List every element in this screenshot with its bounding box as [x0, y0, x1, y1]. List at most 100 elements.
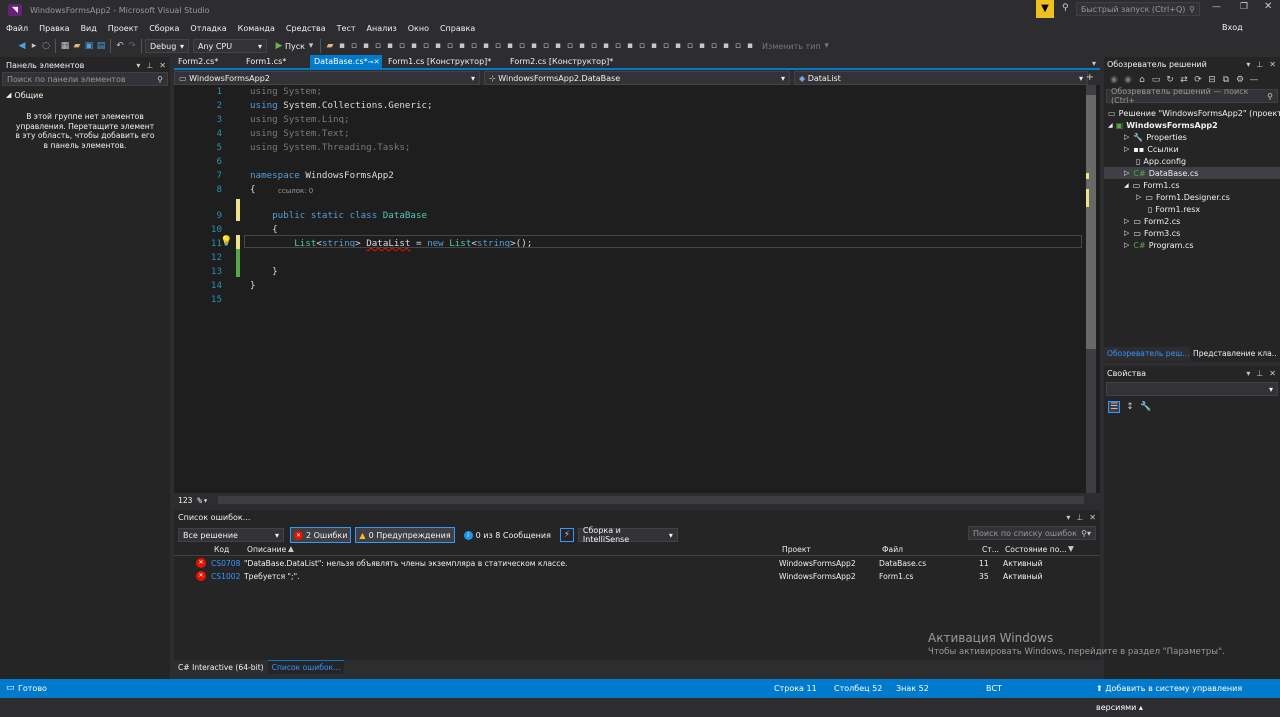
code-line[interactable]: } [250, 280, 256, 291]
close-icon[interactable]: ✕ [1269, 60, 1276, 69]
menu-view[interactable]: Вид [81, 24, 97, 33]
toolbar-icon[interactable]: ▪ [528, 40, 540, 52]
properties-object-select[interactable]: ▾ [1106, 382, 1278, 396]
vertical-scrollbar[interactable] [1086, 85, 1096, 493]
toolbar-icon[interactable]: ▫ [732, 40, 744, 52]
change-type-button[interactable]: Изменить тип [762, 42, 821, 51]
platform-select[interactable]: Any CPU ▾ [193, 39, 267, 53]
error-search-input[interactable]: Поиск по списку ошибок ⚲▾ [968, 526, 1096, 540]
pin-icon[interactable]: ⊥ [1256, 60, 1263, 69]
toolbar-icon[interactable]: ▪ [504, 40, 516, 52]
code-line[interactable]: { [250, 224, 278, 235]
quick-launch-input[interactable]: Быстрый запуск (Ctrl+Q) ⚲ [1076, 2, 1200, 16]
show-all-files-icon[interactable]: ⧉ [1220, 74, 1232, 86]
pin-icon[interactable]: ⊥ [146, 61, 153, 70]
close-icon[interactable]: ✕ [159, 61, 166, 70]
config-select[interactable]: Debug ▾ [145, 39, 189, 53]
toolbar-icon[interactable]: ▪ [336, 40, 348, 52]
tree-item-form3-cs[interactable]: ▷ ▭ Form3.cs [1124, 227, 1180, 239]
toolbar-icon[interactable]: ▪ [408, 40, 420, 52]
properties-icon[interactable]: ⚙ [1234, 74, 1246, 86]
column-suppression-state[interactable]: Состояние по... [1005, 545, 1067, 554]
tree-item-form2-cs[interactable]: ▷ ▭ Form2.cs [1124, 215, 1180, 227]
codelens-label[interactable]: ссылок: 0 [278, 187, 313, 195]
scope-select[interactable]: Все решение ▾ [178, 528, 284, 542]
toolbox-group-general[interactable]: ◢ Общие [0, 88, 170, 102]
toolbox-search-input[interactable]: Поиск по панели элементов ⚲ [2, 72, 168, 86]
column-description[interactable]: Описание [247, 545, 286, 554]
tab-class-view[interactable]: Представление кла... [1190, 347, 1276, 361]
toolbar-icon[interactable]: ▫ [564, 40, 576, 52]
menu-file[interactable]: Файл [6, 24, 28, 33]
tab-form1-cs[interactable]: Form1.cs* [242, 55, 308, 68]
code-line[interactable]: namespace WindowsFormsApp2 [250, 170, 394, 181]
pin-icon[interactable]: ⊥ [1256, 369, 1263, 378]
lightbulb-icon[interactable]: 💡 [220, 236, 232, 247]
pin-icon[interactable]: ⊸✕ [368, 58, 380, 66]
column-file[interactable]: Файл [882, 545, 903, 554]
toolbar-icon[interactable]: ▫ [420, 40, 432, 52]
alphabetical-icon[interactable]: ↕ [1124, 401, 1136, 413]
code-line[interactable]: using System; [250, 86, 322, 97]
code-editor[interactable]: 1 using System; 2 using System.Collections.… [174, 85, 1100, 507]
error-row[interactable]: ✕ CS1002 Требуется ";". WindowsFormsApp2… [174, 571, 1100, 584]
column-code[interactable]: Код [214, 545, 229, 554]
messages-filter-button[interactable]: i 0 из 8 Сообщения [461, 527, 554, 543]
toolbar-icon[interactable]: ▪ [624, 40, 636, 52]
error-row[interactable]: ✕ CS0708 "DataBase.DataList": нельзя объ… [174, 558, 1100, 571]
menu-edit[interactable]: Правка [39, 24, 69, 33]
menu-analyze[interactable]: Анализ [367, 24, 397, 33]
toolbar-icon[interactable]: ▪ [600, 40, 612, 52]
menu-project[interactable]: Проект [108, 24, 138, 33]
close-icon[interactable]: ✕ [1269, 369, 1276, 378]
tree-item-form1-designer[interactable]: ▷ ▭ Form1.Designer.cs [1136, 191, 1230, 203]
code-line[interactable]: using System.Text; [250, 128, 350, 139]
close-icon[interactable]: ✕ [1089, 513, 1096, 522]
save-all-icon[interactable]: ▤ [95, 40, 107, 52]
close-icon[interactable]: ✕ [1264, 1, 1272, 12]
tree-item-database-cs[interactable]: ▷ C# DataBase.cs [1104, 167, 1280, 179]
code-line[interactable]: } [250, 266, 278, 277]
tab-form2-designer[interactable]: Form2.cs [Конструктор]* [506, 55, 626, 68]
filter-icon[interactable]: ▼ [1068, 544, 1074, 553]
new-project-icon[interactable]: ▦ [59, 40, 71, 52]
toolbar-icon[interactable]: ▫ [348, 40, 360, 52]
menu-build[interactable]: Сборка [149, 24, 179, 33]
toolbar-icon[interactable]: ▪ [384, 40, 396, 52]
source-control-button[interactable]: ⬆ Добавить в систему управления версиями… [1096, 679, 1280, 717]
member-dropdown[interactable]: ◆ DataList ▾ [794, 71, 1088, 85]
tree-item-program-cs[interactable]: ▷ C# Program.cs [1124, 239, 1194, 251]
toolbar-icon[interactable]: ▫ [636, 40, 648, 52]
menu-test[interactable]: Тест [337, 24, 356, 33]
signin-link[interactable]: Вход [1222, 23, 1243, 32]
errors-filter-button[interactable]: ✕ 2 Ошибки [290, 527, 352, 543]
class-dropdown[interactable]: ⊹ WindowsFormsApp2.DataBase ▾ [484, 71, 790, 85]
maximize-icon[interactable]: ❐ [1240, 2, 1248, 12]
home-icon[interactable]: ⌂ [1136, 74, 1148, 86]
toolbar-icon[interactable]: ▫ [372, 40, 384, 52]
switch-views-icon[interactable]: ▭ [1150, 74, 1162, 86]
menu-team[interactable]: Команда [238, 24, 275, 33]
solution-search-input[interactable]: Обозреватель решений — поиск (Ctrl+ ⚲ [1106, 87, 1278, 105]
code-line[interactable]: public static class DataBase [250, 210, 427, 221]
tab-database-cs[interactable]: DataBase.cs* ⊸✕ [310, 55, 382, 68]
menu-help[interactable]: Справка [440, 24, 475, 33]
scrollbar-thumb[interactable] [1086, 95, 1096, 349]
tree-item-form1-cs[interactable]: ◢ ▭ Form1.cs [1124, 179, 1180, 191]
code-line[interactable]: using System.Collections.Generic; [250, 100, 433, 111]
code-line[interactable]: using System.Linq; [250, 114, 350, 125]
property-pages-icon[interactable]: 🔧 [1140, 401, 1152, 413]
toolbar-icon[interactable]: ▫ [684, 40, 696, 52]
diagnostics-icon[interactable]: ▰ [324, 40, 336, 52]
toolbar-icon[interactable]: ▫ [468, 40, 480, 52]
tab-csharp-interactive[interactable]: C# Interactive (64-bit) [174, 663, 268, 672]
error-code-link[interactable]: CS0708 [211, 559, 240, 568]
toolbar-icon[interactable]: ▪ [720, 40, 732, 52]
toolbar-icon[interactable]: ▪ [360, 40, 372, 52]
dropdown-icon[interactable]: ▾ [136, 61, 140, 70]
toolbar-icon[interactable]: ▫ [444, 40, 456, 52]
forward-icon[interactable]: ◉ [1122, 74, 1134, 86]
toolbar-icon[interactable]: ▫ [540, 40, 552, 52]
toolbar-icon[interactable]: ▫ [708, 40, 720, 52]
toolbar-icon[interactable]: ▫ [492, 40, 504, 52]
